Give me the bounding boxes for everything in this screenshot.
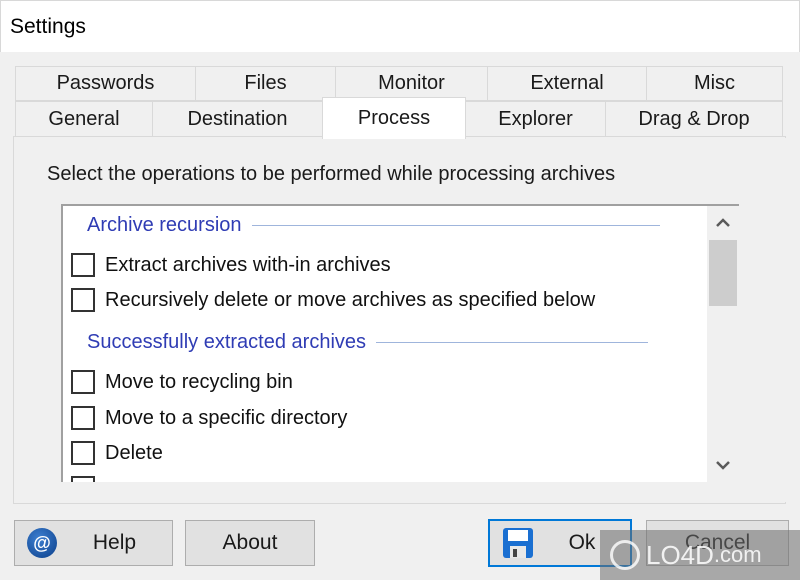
checkbox[interactable] <box>71 441 95 465</box>
tab-label: External <box>530 72 604 94</box>
tab-destination[interactable]: Destination <box>152 101 323 137</box>
help-label: Help <box>92 531 137 554</box>
option-label: Extract archives with-in archives <box>105 253 391 276</box>
tab-label: Drag & Drop <box>638 107 750 130</box>
option-label: Move to recycling bin <box>105 370 293 393</box>
group-header-label: Archive recursion <box>87 214 242 236</box>
tab-explorer[interactable]: Explorer <box>465 101 606 137</box>
option-move-to-directory[interactable]: Move to a specific directory <box>71 406 347 430</box>
tab-label: Explorer <box>498 107 573 130</box>
watermark-suffix: .com <box>713 542 762 567</box>
scrollbar[interactable] <box>707 206 739 482</box>
tab-general[interactable]: General <box>15 101 153 137</box>
option-extract-within-archives[interactable]: Extract archives with-in archives <box>71 253 391 277</box>
checkbox[interactable] <box>71 288 95 312</box>
tab-misc[interactable]: Misc <box>646 66 783 101</box>
checkbox[interactable] <box>71 253 95 277</box>
option-move-to-recycling-bin[interactable]: Move to recycling bin <box>71 370 293 394</box>
scroll-thumb[interactable] <box>709 240 737 306</box>
tab-files[interactable]: Files <box>195 66 336 101</box>
group-header-archive-recursion: Archive recursion <box>87 214 660 237</box>
tab-label: Passwords <box>56 72 155 94</box>
checkbox[interactable] <box>71 476 95 482</box>
window-title: Settings <box>10 15 86 38</box>
about-label: About <box>222 531 278 554</box>
group-header-label: Successfully extracted archives <box>87 331 367 353</box>
option-label: Move to a specific directory <box>105 406 348 429</box>
floppy-disk-icon <box>502 527 534 559</box>
option-label: Delete <box>105 441 163 464</box>
group-divider <box>376 342 649 343</box>
tab-process[interactable]: Process <box>322 97 466 139</box>
tab-label: Monitor <box>378 72 445 94</box>
option-delete[interactable]: Delete <box>71 441 163 465</box>
operations-list[interactable]: Archive recursion Extract archives with-… <box>61 204 739 482</box>
tab-drag-drop[interactable]: Drag & Drop <box>605 101 783 137</box>
tab-label: Process <box>357 107 431 129</box>
watermark-logo-icon <box>610 540 640 570</box>
checkbox[interactable] <box>71 406 95 430</box>
tab-label: Misc <box>693 72 736 94</box>
title-bar: Settings <box>0 0 800 52</box>
group-header-successfully-extracted: Successfully extracted archives <box>87 331 649 354</box>
process-intro-text: Select the operations to be performed wh… <box>47 163 616 185</box>
about-button[interactable]: About <box>185 520 315 566</box>
scroll-down-button[interactable] <box>707 448 739 482</box>
chevron-up-icon <box>716 218 730 227</box>
chevron-down-icon <box>716 461 730 470</box>
checkbox[interactable] <box>71 370 95 394</box>
tab-monitor[interactable]: Monitor <box>335 66 488 101</box>
watermark: LO4D .com <box>600 530 800 580</box>
at-sign-icon: @ <box>27 528 57 558</box>
option-label: Recursively delete or move archives as s… <box>105 288 596 311</box>
option-partial[interactable] <box>71 476 105 482</box>
tab-label: General <box>48 107 120 130</box>
group-divider <box>251 225 660 226</box>
help-button[interactable]: @ Help <box>14 520 173 566</box>
tab-label: Destination <box>187 107 288 130</box>
tab-label: Files <box>244 72 287 94</box>
scroll-up-button[interactable] <box>707 206 739 240</box>
watermark-brand: LO4D <box>646 539 714 570</box>
tab-passwords[interactable]: Passwords <box>15 66 196 101</box>
option-recursively-delete-move[interactable]: Recursively delete or move archives as s… <box>71 288 595 312</box>
tab-external[interactable]: External <box>487 66 647 101</box>
